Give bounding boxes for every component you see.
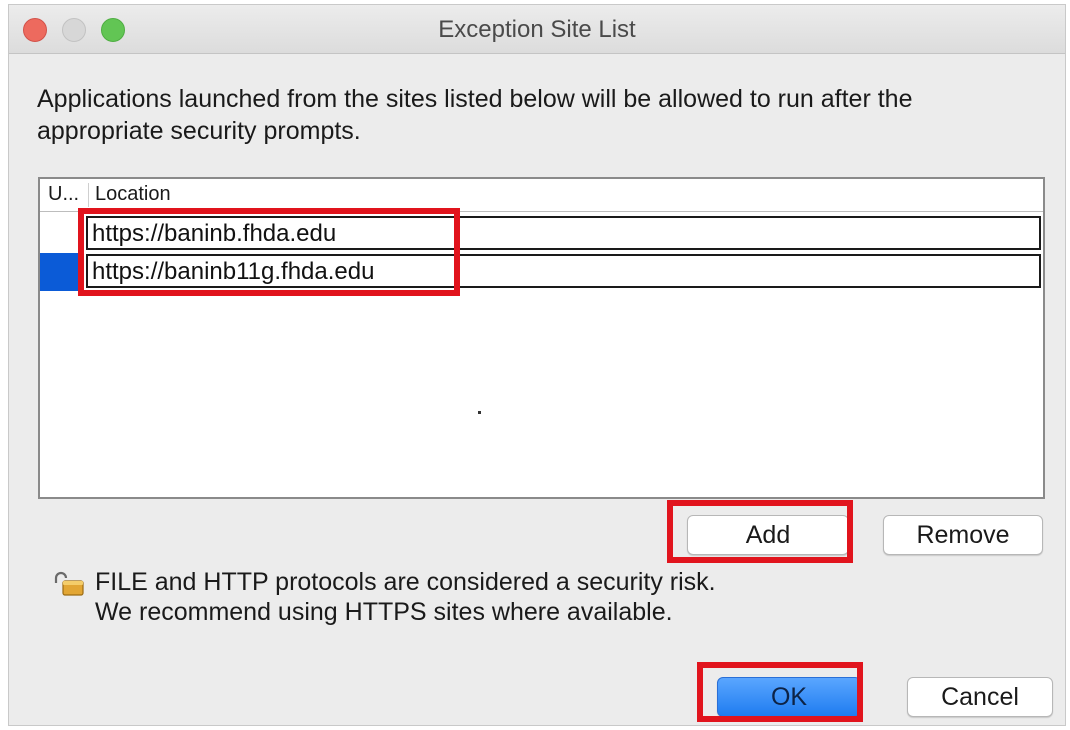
table-row[interactable]: https://baninb.fhda.edu (40, 215, 1043, 253)
security-warning: FILE and HTTP protocols are considered a… (95, 567, 716, 627)
add-button[interactable]: Add (687, 515, 849, 555)
column-divider (88, 183, 89, 207)
exception-site-list-dialog: Exception Site List Applications launche… (8, 4, 1066, 726)
ok-button[interactable]: OK (717, 677, 861, 717)
intro-text: Applications launched from the sites lis… (37, 85, 913, 145)
column-header-u[interactable]: U... (48, 183, 79, 206)
column-header-location[interactable]: Location (95, 183, 171, 206)
table-header: U... Location (40, 179, 1043, 212)
site-list-table[interactable]: U... Location https://baninb.fhda.edu ht… (38, 177, 1045, 499)
location-text: https://baninb11g.fhda.edu (92, 258, 375, 285)
open-lock-icon (54, 571, 84, 596)
location-cell[interactable]: https://baninb.fhda.edu (86, 216, 1041, 250)
warning-line-2: We recommend using HTTPS sites where ava… (95, 598, 673, 626)
stray-dot (478, 411, 481, 414)
row-u-cell-selected[interactable] (40, 253, 84, 291)
cancel-button[interactable]: Cancel (907, 677, 1053, 717)
title-bar[interactable]: Exception Site List (9, 5, 1065, 54)
row-u-cell[interactable] (40, 215, 84, 253)
table-row-selected[interactable]: https://baninb11g.fhda.edu (40, 253, 1043, 291)
remove-button[interactable]: Remove (883, 515, 1043, 555)
location-text: https://baninb.fhda.edu (92, 220, 337, 247)
location-cell[interactable]: https://baninb11g.fhda.edu (86, 254, 1041, 288)
warning-line-1: FILE and HTTP protocols are considered a… (95, 568, 716, 596)
window-title: Exception Site List (438, 16, 636, 43)
